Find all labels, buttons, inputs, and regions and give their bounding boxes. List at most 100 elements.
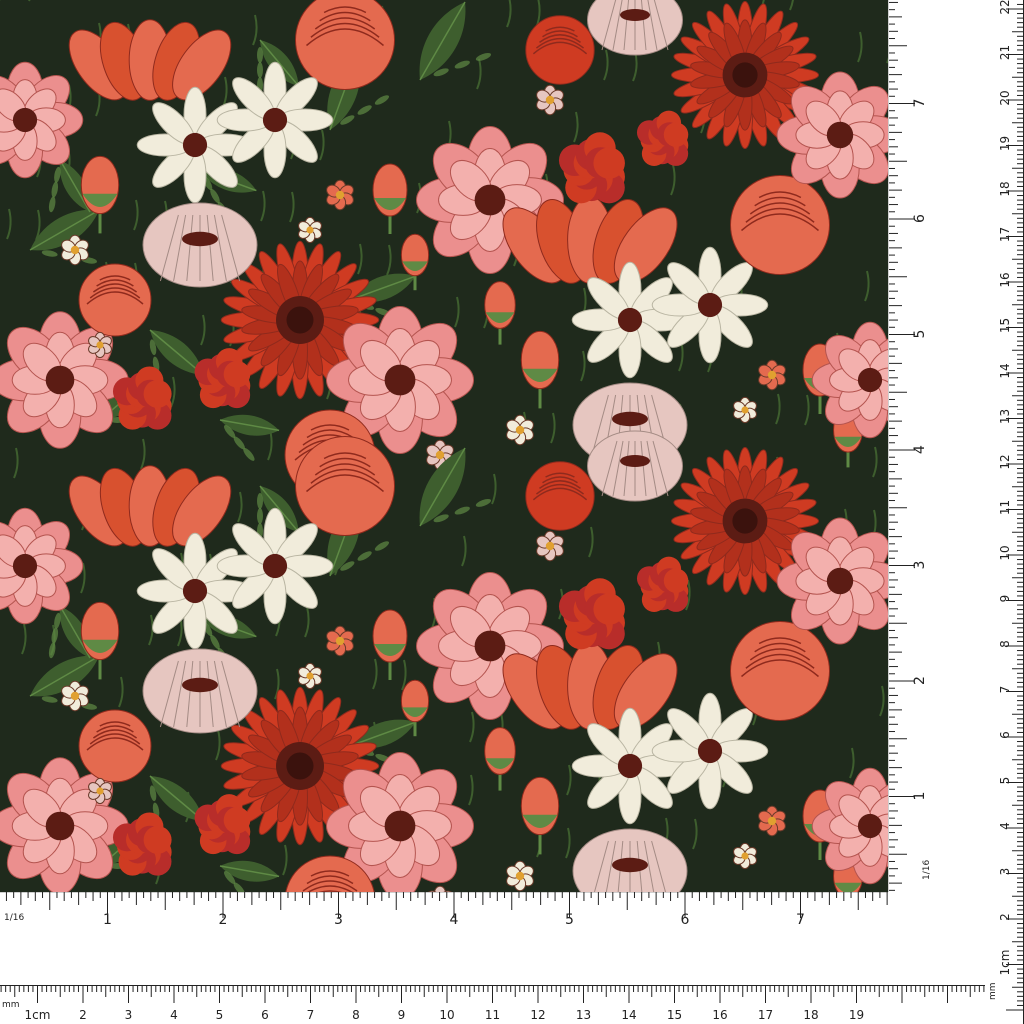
grass-stroke xyxy=(401,659,407,691)
grass-stroke xyxy=(28,0,31,2)
right-inch-ruler: 876543211/16 xyxy=(888,0,953,892)
grass-stroke xyxy=(304,606,310,638)
floral-pattern xyxy=(0,0,888,892)
small-flower-center xyxy=(741,406,749,414)
cm-label: 11 xyxy=(998,500,1012,515)
carnation-frill xyxy=(223,806,251,834)
white-flower-center xyxy=(182,132,208,158)
grass-stroke xyxy=(170,376,176,408)
anemone-center xyxy=(857,813,883,839)
cm-label: 17 xyxy=(998,227,1012,242)
carnation-frill xyxy=(593,593,625,625)
inch-label: 3 xyxy=(912,561,928,570)
grass-stroke xyxy=(222,76,228,108)
grass-stroke xyxy=(804,394,810,426)
cm-label: 1cm xyxy=(998,950,1012,976)
fern-leaflet xyxy=(374,541,390,551)
small-flower-center xyxy=(96,341,104,349)
inch-label: 1 xyxy=(912,792,928,801)
small-flower-center xyxy=(335,636,345,646)
white-flower-center xyxy=(697,738,723,764)
cm-label: 2 xyxy=(998,913,1012,921)
daisy-center-dot xyxy=(286,752,314,780)
cm-label: 14 xyxy=(998,363,1012,378)
anemone-center xyxy=(826,121,854,149)
cm-label: 7 xyxy=(998,686,1012,694)
grass-stroke xyxy=(454,296,460,328)
fern-leaflet xyxy=(210,188,220,204)
grass-stroke xyxy=(215,729,221,761)
anemone-center xyxy=(384,364,416,396)
small-flower-center xyxy=(435,450,445,460)
peony-body xyxy=(525,461,595,531)
fern-leaflet xyxy=(48,196,56,213)
grass-stroke xyxy=(118,676,124,708)
cup-flower-center xyxy=(182,231,218,247)
small-flower-center xyxy=(767,370,777,380)
grass-stroke xyxy=(670,164,676,196)
grass-stroke xyxy=(603,49,609,81)
small-flower-center xyxy=(96,787,104,795)
fern-leaflet xyxy=(357,551,372,561)
fraction-label: 1/16 xyxy=(922,860,932,880)
grass-stroke xyxy=(864,270,870,302)
cup-flower-center xyxy=(620,455,650,467)
grass-stroke xyxy=(775,393,781,425)
fern-leaflet xyxy=(454,506,470,515)
cm-unit-label: mm xyxy=(2,1000,20,1010)
pattern-group xyxy=(0,0,888,892)
cm-label: 15 xyxy=(998,318,1012,333)
grass-stroke xyxy=(289,191,295,223)
fern-leaflet xyxy=(475,52,492,61)
small-flower-center xyxy=(767,816,777,826)
carnation-frill xyxy=(143,825,172,854)
cm-label: 10 xyxy=(439,1008,454,1022)
grass-stroke xyxy=(21,623,27,655)
inch-label: 5 xyxy=(912,330,928,339)
bottom-cm-ruler: 1cm 2 3 4 5 6 7 8 9 10 11 12 13 14 15 16 17 18 19 mm xyxy=(0,985,985,1024)
grass-stroke xyxy=(140,438,146,470)
fraction-label: 1/16 xyxy=(4,913,24,923)
inch-label: 7 xyxy=(912,99,928,108)
grass-stroke xyxy=(588,526,594,558)
grass-stroke xyxy=(872,446,878,478)
cm-label: 5 xyxy=(216,1008,224,1022)
cm-label: 12 xyxy=(530,1008,545,1022)
peony-body xyxy=(78,263,152,337)
grass-stroke xyxy=(506,0,512,28)
cm-label: 18 xyxy=(803,1008,818,1022)
anemone-center xyxy=(474,184,506,216)
grass-stroke xyxy=(491,473,497,505)
daisy-center-dot xyxy=(732,508,758,534)
inch-label: 6 xyxy=(681,912,690,928)
fern-leaflet xyxy=(51,627,59,644)
grass-stroke xyxy=(573,111,579,143)
cm-label: 13 xyxy=(576,1008,591,1022)
cm-label: 3 xyxy=(998,868,1012,876)
anemone-center xyxy=(12,107,38,133)
fern-leaflet xyxy=(454,60,470,69)
inch-label: 7 xyxy=(796,912,805,928)
grass-stroke xyxy=(386,244,392,276)
cm-label: 16 xyxy=(712,1008,727,1022)
fern-leaflet xyxy=(257,47,263,63)
cm-label: 10 xyxy=(998,545,1012,560)
bottom-cm-ruler-scale: 1cm 2 3 4 5 6 7 8 9 10 11 12 13 14 15 16 17 18 19 mm xyxy=(0,985,985,1022)
cm-label: 6 xyxy=(998,731,1012,739)
small-flower-center xyxy=(70,691,80,701)
cup-flower-center xyxy=(182,677,218,693)
fern-leaflet xyxy=(257,508,263,524)
cm-label: 19 xyxy=(998,136,1012,151)
bottom-inch-ruler: 1 2 3 4 5 6 7 1/16 xyxy=(0,892,888,962)
grass-stroke xyxy=(282,844,288,876)
fern-leaflet xyxy=(374,95,390,105)
cm-label: 20 xyxy=(998,90,1012,105)
fern-leaflet xyxy=(41,696,58,703)
inch-label: 2 xyxy=(219,912,228,928)
anemone-center xyxy=(474,630,506,662)
anemone-center xyxy=(384,810,416,842)
grass-stroke xyxy=(133,199,139,231)
carnation-frill xyxy=(593,147,625,179)
carnation-frill xyxy=(223,360,251,388)
carnation-frill xyxy=(143,379,172,408)
